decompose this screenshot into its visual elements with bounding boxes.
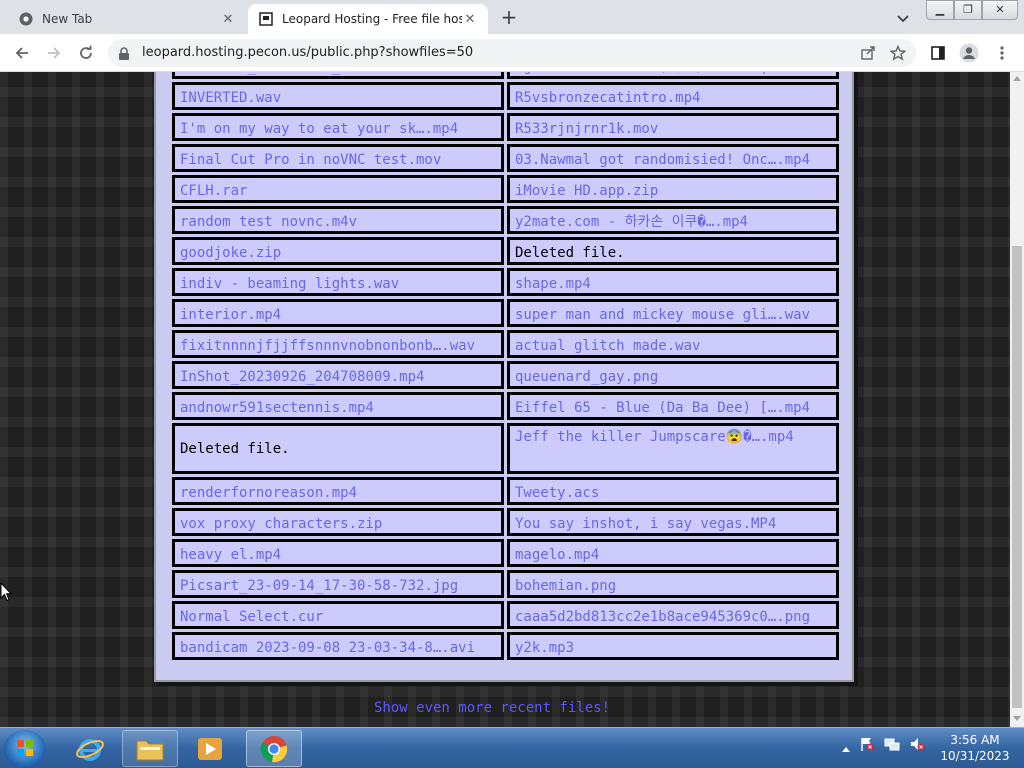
file-link[interactable]: magelo.mp4 xyxy=(507,539,839,567)
browser-toolbar: leopard.hosting.pecon.us/public.php?show… xyxy=(0,34,1024,72)
file-link[interactable]: fixitnnnnjfjjffsnnnvnobnonbonb….wav xyxy=(172,330,504,358)
profile-avatar-icon[interactable] xyxy=(957,41,981,65)
tab-strip: New Tab ✕ Leopard Hosting - Free file ho… xyxy=(0,0,1024,34)
network-icon[interactable] xyxy=(884,736,900,756)
file-link[interactable]: indiv - beaming lights.wav xyxy=(172,268,504,296)
lock-icon[interactable] xyxy=(118,46,130,65)
close-tab-icon[interactable]: ✕ xyxy=(220,11,236,27)
side-panel-icon[interactable] xyxy=(926,41,950,65)
file-link[interactable]: actual glitch made.wav xyxy=(507,330,839,358)
file-link[interactable]: y2k.mp3 xyxy=(507,632,839,660)
file-link[interactable]: 03.Nawmal got randomisied! Onc….mp4 xyxy=(507,144,839,172)
show-more-files-link[interactable]: Show even more recent files! xyxy=(374,700,610,716)
vertical-scrollbar[interactable] xyxy=(1010,72,1024,727)
action-center-flag-icon[interactable] xyxy=(859,736,875,756)
tab-title: New Tab xyxy=(42,12,93,26)
file-link[interactable]: caaa5d2bd813cc2e1b8ace945369c0….png xyxy=(507,601,839,629)
windows-taskbar: 3:56 AM 10/31/2023 xyxy=(0,727,1024,768)
tab-title: Leopard Hosting - Free file hosting xyxy=(282,12,462,26)
volume-muted-icon[interactable] xyxy=(909,736,925,756)
reload-icon[interactable] xyxy=(74,41,98,65)
url-text[interactable]: leopard.hosting.pecon.us/public.php?show… xyxy=(142,45,473,60)
tab-search-chevron-icon[interactable] xyxy=(896,9,914,25)
file-link[interactable]: iMovie HD.app.zip xyxy=(507,175,839,203)
file-link[interactable]: heavy el.mp4 xyxy=(172,539,504,567)
file-link[interactable]: InShot_20230926_204708009.mp4 xyxy=(172,361,504,389)
tab-new-tab[interactable]: New Tab ✕ xyxy=(8,4,246,34)
scroll-up-arrow-icon[interactable] xyxy=(1013,76,1021,81)
close-window-button[interactable]: ✕ xyxy=(982,0,1018,20)
file-link[interactable]: Final Cut Pro in noVNC test.mov xyxy=(172,144,504,172)
chrome-icon xyxy=(18,11,34,27)
file-link[interactable]: andnowr591sectennis.mp4 xyxy=(172,392,504,420)
file-link[interactable]: shape.mp4 xyxy=(507,268,839,296)
file-link[interactable]: queuenard_gay.png xyxy=(507,361,839,389)
minimize-button[interactable]: ▁ xyxy=(926,0,954,20)
maximize-button[interactable]: ❐ xyxy=(954,0,982,20)
mouse-pointer-icon xyxy=(0,581,13,606)
page-icon xyxy=(258,11,274,27)
address-bar[interactable]: leopard.hosting.pecon.us/public.php?show… xyxy=(108,39,916,67)
file-link[interactable]: y2mate.com - 하카손 이쿠�….mp4 xyxy=(507,206,839,234)
file-link[interactable]: Kgouroo hit back (强虹)+ ....mp4 xyxy=(507,72,839,79)
file-link[interactable]: renderfornoreason.mp4 xyxy=(172,477,504,505)
close-tab-icon[interactable]: ✕ xyxy=(462,11,478,27)
file-link[interactable]: goodjoke.zip xyxy=(172,237,504,265)
deleted-file-cell: Deleted file. xyxy=(172,423,504,474)
media-player-icon[interactable] xyxy=(182,730,238,767)
file-link[interactable]: 2023100Z_Z0Z310Z5Z_3031232.mov xyxy=(172,72,504,79)
file-link[interactable]: Eiffel 65 - Blue (Da Ba Dee) [….mp4 xyxy=(507,392,839,420)
file-link[interactable]: super man and mickey mouse gli….wav xyxy=(507,299,839,327)
chrome-taskbar-icon[interactable] xyxy=(246,730,302,767)
scrollbar-thumb[interactable] xyxy=(1012,246,1022,708)
forward-arrow-icon[interactable] xyxy=(42,41,66,65)
file-link[interactable]: vox proxy characters.zip xyxy=(172,508,504,536)
file-link[interactable]: bohemian.png xyxy=(507,570,839,598)
file-link[interactable]: random test novnc.m4v xyxy=(172,206,504,234)
windows-explorer-icon[interactable] xyxy=(122,730,178,767)
file-link[interactable]: Normal Select.cur xyxy=(172,601,504,629)
file-link[interactable]: Jeff the killer Jumpscare😨�….mp4 xyxy=(507,423,839,474)
file-link[interactable]: INVERTED.wav xyxy=(172,82,504,110)
more-menu-icon[interactable] xyxy=(990,41,1014,65)
clock-date: 10/31/2023 xyxy=(940,749,1010,763)
file-link[interactable]: Tweety.acs xyxy=(507,477,839,505)
file-link[interactable]: R533rjnjrnr1k.mov xyxy=(507,113,839,141)
bookmark-star-icon[interactable] xyxy=(886,41,910,65)
deleted-file-cell: Deleted file. xyxy=(507,237,839,265)
scroll-down-arrow-icon[interactable] xyxy=(1013,716,1021,721)
file-link[interactable]: CFLH.rar xyxy=(172,175,504,203)
page-content: 2023100Z_Z0Z310Z5Z_3031232.movKgouroo hi… xyxy=(0,72,1010,727)
taskbar-clock[interactable]: 3:56 AM 10/31/2023 xyxy=(940,732,1010,764)
file-link[interactable]: You say inshot, i say vegas.MP4 xyxy=(507,508,839,536)
back-arrow-icon[interactable] xyxy=(10,41,34,65)
new-tab-button[interactable]: + xyxy=(498,7,520,29)
internet-explorer-icon[interactable] xyxy=(62,730,118,767)
file-list-panel: 2023100Z_Z0Z310Z5Z_3031232.movKgouroo hi… xyxy=(154,72,854,682)
file-link[interactable]: bandicam 2023-09-08 23-03-34-8….avi xyxy=(172,632,504,660)
clock-time: 3:56 AM xyxy=(950,733,1000,747)
share-icon[interactable] xyxy=(856,41,880,65)
tab-leopard-hosting[interactable]: Leopard Hosting - Free file hosting ✕ xyxy=(248,4,488,34)
file-link[interactable]: interior.mp4 xyxy=(172,299,504,327)
file-link[interactable]: Picsart_23-09-14_17-30-58-732.jpg xyxy=(172,570,504,598)
file-link[interactable]: R5vsbronzecatintro.mp4 xyxy=(507,82,839,110)
file-link[interactable]: I'm on my way to eat your sk….mp4 xyxy=(172,113,504,141)
system-tray xyxy=(842,736,925,756)
start-button[interactable] xyxy=(4,730,46,768)
show-hidden-icons-arrow-icon[interactable] xyxy=(842,737,850,756)
